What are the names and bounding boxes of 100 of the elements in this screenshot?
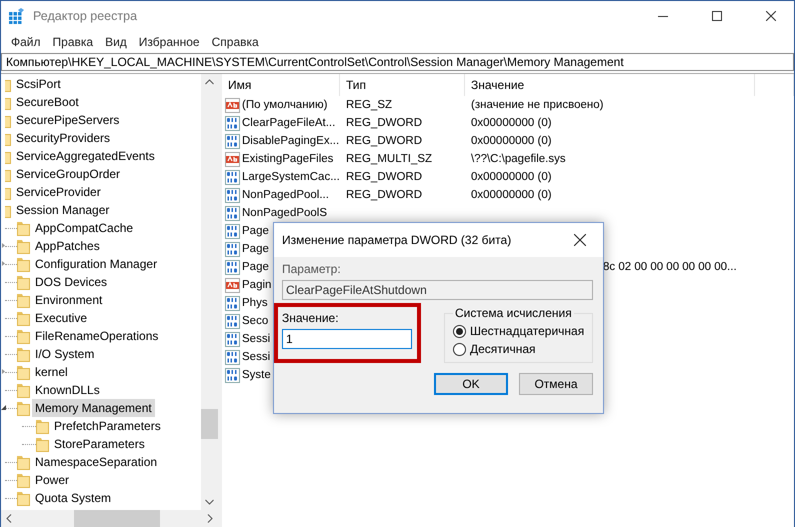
binary-value-icon bbox=[225, 170, 240, 184]
value-name: Phys bbox=[242, 297, 268, 309]
binary-value-icon bbox=[225, 188, 240, 202]
tree-item[interactable]: KnownDLLs bbox=[32, 381, 103, 399]
folder-icon bbox=[17, 454, 30, 470]
column-header[interactable]: Тип bbox=[340, 74, 465, 96]
folder-icon bbox=[17, 364, 30, 380]
tree-item[interactable]: Memory Management bbox=[32, 399, 155, 417]
column-header[interactable]: Значение bbox=[465, 74, 755, 96]
folder-icon bbox=[17, 490, 30, 506]
dialog-button[interactable]: OK bbox=[434, 373, 508, 395]
close-icon[interactable] bbox=[574, 234, 586, 246]
value-data: 0x00000000 (0) bbox=[471, 171, 552, 183]
tree-item[interactable]: SecureBoot bbox=[13, 93, 82, 111]
binary-value-icon bbox=[225, 296, 240, 310]
dialog-title: Изменение параметра DWORD (32 бита) bbox=[282, 233, 512, 247]
folder-icon bbox=[17, 346, 30, 362]
address-bar[interactable]: Компьютер\HKEY_LOCAL_MACHINE\SYSTEM\CurrentControlSet\Control\Session Manager\Memory Management bbox=[1, 53, 794, 71]
scrollbar-thumb[interactable] bbox=[201, 409, 218, 439]
folder-icon bbox=[17, 238, 30, 254]
tree-item[interactable]: Power bbox=[32, 471, 72, 489]
value-name: NonPagedPool... bbox=[242, 189, 329, 201]
close-icon[interactable] bbox=[766, 11, 776, 21]
radio-button[interactable] bbox=[453, 342, 466, 356]
value-name: Sessi bbox=[242, 333, 270, 345]
column-header[interactable]: Имя bbox=[222, 74, 340, 96]
folder-icon bbox=[17, 256, 30, 272]
tree-item[interactable]: ServiceAggregatedEvents bbox=[13, 147, 158, 165]
dialog-button[interactable]: Отмена bbox=[519, 373, 593, 395]
collapsed-arrow-icon[interactable] bbox=[1, 261, 6, 266]
string-value-icon bbox=[225, 278, 240, 292]
group-title: Система исчисления bbox=[454, 306, 573, 320]
value-name: NonPagedPoolS bbox=[242, 207, 328, 219]
maximize-icon[interactable] bbox=[712, 11, 722, 21]
binary-value-icon bbox=[225, 134, 240, 148]
tree-item[interactable]: DOS Devices bbox=[32, 273, 110, 291]
value-name: LargeSystemCac... bbox=[242, 171, 340, 183]
menu-item[interactable]: Вид bbox=[99, 33, 133, 51]
folder-icon bbox=[17, 382, 30, 398]
tree-item[interactable]: AppPatches bbox=[32, 237, 103, 255]
tree-item[interactable]: kernel bbox=[32, 363, 71, 381]
tree-item[interactable]: Executive bbox=[32, 309, 90, 327]
expanded-arrow-icon[interactable] bbox=[1, 405, 6, 410]
folder-icon bbox=[17, 400, 30, 416]
tree-item[interactable]: AppCompatCache bbox=[32, 219, 136, 237]
string-value-icon bbox=[225, 98, 240, 112]
radio-button[interactable] bbox=[453, 324, 466, 338]
folder-icon bbox=[17, 472, 30, 488]
tree-item[interactable]: ScsiPort bbox=[13, 75, 64, 93]
value-name: Page bbox=[242, 261, 269, 273]
menu-item[interactable]: Избранное bbox=[132, 33, 206, 51]
value-type: REG_SZ bbox=[346, 99, 392, 111]
tree-item[interactable]: ServiceGroupOrder bbox=[13, 165, 124, 183]
value-name: ClearPageFileAt... bbox=[242, 117, 336, 129]
binary-value-icon bbox=[225, 368, 240, 382]
window-title: Редактор реестра bbox=[33, 9, 138, 23]
value-type: REG_DWORD bbox=[346, 117, 422, 129]
value-name: Syste bbox=[242, 369, 271, 381]
tree-item[interactable]: PrefetchParameters bbox=[51, 417, 164, 435]
scrollbar-thumb[interactable] bbox=[74, 510, 160, 527]
tree-item[interactable]: ServiceProvider bbox=[13, 183, 104, 201]
binary-value-icon bbox=[225, 314, 240, 328]
binary-value-icon bbox=[225, 350, 240, 364]
tree-item[interactable]: I/O System bbox=[32, 345, 98, 363]
menu-item[interactable]: Файл bbox=[5, 33, 47, 51]
menu-item[interactable]: Справка bbox=[206, 33, 265, 51]
tree-item[interactable]: FileRenameOperations bbox=[32, 327, 162, 345]
value-data: (значение не присвоено) bbox=[471, 99, 604, 111]
tree-item[interactable]: Session Manager bbox=[13, 201, 112, 219]
radio-label[interactable]: Шестнадцатеричная bbox=[470, 324, 584, 338]
tree-item[interactable]: NamespaceSeparation bbox=[32, 453, 160, 471]
tree-item[interactable]: SecurityProviders bbox=[13, 129, 114, 147]
value-name: ExistingPageFiles bbox=[242, 153, 334, 165]
app-icon bbox=[9, 8, 25, 24]
tree-item[interactable]: Configuration Manager bbox=[32, 255, 160, 273]
tree-item[interactable]: Quota System bbox=[32, 489, 114, 507]
folder-icon bbox=[17, 220, 30, 236]
string-value-icon bbox=[225, 152, 240, 166]
tree-item[interactable]: Environment bbox=[32, 291, 106, 309]
value-name: Pagin bbox=[242, 279, 272, 291]
collapsed-arrow-icon[interactable] bbox=[1, 369, 6, 374]
parameter-name-field[interactable]: ClearPageFileAtShutdown bbox=[282, 280, 593, 300]
value-input[interactable]: 1 bbox=[282, 329, 412, 349]
scroll-left-icon[interactable] bbox=[5, 514, 14, 523]
folder-icon bbox=[17, 328, 30, 344]
value-data: 0x00000000 (0) bbox=[471, 117, 552, 129]
value-data: \??\C:\pagefile.sys bbox=[471, 153, 566, 165]
radio-label[interactable]: Десятичная bbox=[470, 342, 536, 356]
tree-item[interactable]: StoreParameters bbox=[51, 435, 148, 453]
value-name: Seco bbox=[242, 315, 268, 327]
binary-value-icon bbox=[225, 332, 240, 346]
tree-item[interactable]: SecurePipeServers bbox=[13, 111, 122, 129]
folder-icon bbox=[36, 418, 49, 434]
binary-value-icon bbox=[225, 224, 240, 238]
value-type: REG_DWORD bbox=[346, 189, 422, 201]
collapsed-arrow-icon[interactable] bbox=[1, 243, 6, 248]
value-name: (По умолчанию) bbox=[242, 99, 328, 111]
menu-item[interactable]: Правка bbox=[46, 33, 100, 51]
scroll-right-icon[interactable] bbox=[205, 514, 214, 523]
horizontal-scrollbar[interactable] bbox=[1, 510, 218, 527]
